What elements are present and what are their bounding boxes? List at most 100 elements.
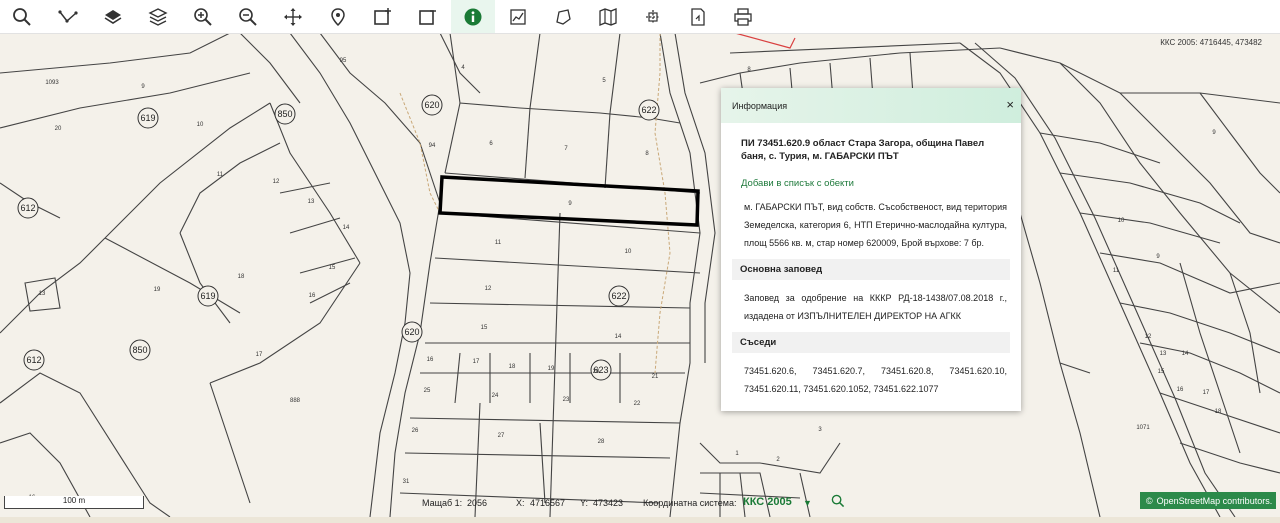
svg-text:22: 22 xyxy=(634,401,641,407)
svg-text:12: 12 xyxy=(485,286,492,292)
y-label: Y: xyxy=(580,498,589,508)
info-icon[interactable] xyxy=(451,0,495,33)
chart-icon[interactable] xyxy=(496,0,540,33)
map-icon[interactable] xyxy=(586,0,630,33)
area-label: 620 xyxy=(401,321,423,343)
attribution: © OpenStreetMap contributors. xyxy=(1140,492,1276,509)
attribution-text[interactable]: OpenStreetMap contributors. xyxy=(1157,496,1273,506)
parcel-title: ПИ 73451.620.9 област Стара Загора, общи… xyxy=(741,138,985,162)
popup-header-title: Информация xyxy=(732,100,788,111)
svg-text:15: 15 xyxy=(481,325,488,331)
svg-text:620: 620 xyxy=(404,327,419,337)
deselect-box-icon[interactable] xyxy=(406,0,450,33)
svg-text:16: 16 xyxy=(427,357,434,363)
svg-text:1071: 1071 xyxy=(1136,425,1150,431)
status-bar: 100 m Мащаб 1: 2056 X: 4716567 Y: 473423… xyxy=(0,490,1280,517)
popup-header: Информация × xyxy=(721,88,1021,123)
svg-text:27: 27 xyxy=(498,433,505,439)
svg-text:18: 18 xyxy=(238,274,245,280)
pan-icon[interactable] xyxy=(271,0,315,33)
svg-text:94: 94 xyxy=(429,143,436,149)
svg-text:619: 619 xyxy=(140,113,155,123)
scale-label: Мащаб 1: xyxy=(422,498,463,508)
x-value: 4716567 xyxy=(530,498,566,508)
parcel-description: м. ГАБАРСКИ ПЪТ, вид собств. Съсобствено… xyxy=(744,202,1007,248)
scale-bar-label: 100 m xyxy=(62,496,86,505)
svg-text:21: 21 xyxy=(652,374,659,380)
zoom-in-icon[interactable] xyxy=(181,0,225,33)
svg-text:31: 31 xyxy=(403,479,410,485)
svg-text:15: 15 xyxy=(329,265,336,271)
svg-text:612: 612 xyxy=(26,355,41,365)
measure-icon[interactable] xyxy=(46,0,90,33)
svg-text:13: 13 xyxy=(39,291,46,297)
area-label: 850 xyxy=(129,339,151,361)
close-icon[interactable]: × xyxy=(1006,97,1014,112)
area-label: 612 xyxy=(23,349,45,371)
top-coordinates: ККС 2005: 4716445, 473482 xyxy=(1160,38,1262,47)
svg-text:620: 620 xyxy=(424,100,439,110)
svg-text:10: 10 xyxy=(197,122,204,128)
order-heading: Основна заповед xyxy=(732,259,1010,280)
scale-bar: 100 m xyxy=(4,496,144,509)
coordinate-system-select[interactable]: ККС 2005 xyxy=(743,496,792,508)
area-label: 619 xyxy=(197,285,219,307)
toolbar xyxy=(0,0,1280,34)
svg-text:23: 23 xyxy=(563,397,570,403)
svg-text:20: 20 xyxy=(55,126,62,132)
svg-text:24: 24 xyxy=(492,393,499,399)
svg-text:16: 16 xyxy=(309,293,316,299)
location-pin-icon[interactable] xyxy=(316,0,360,33)
copyright-icon: © xyxy=(1146,495,1153,506)
bottom-strip xyxy=(0,517,1280,523)
search-icon[interactable] xyxy=(831,494,845,510)
area-label: 622 xyxy=(638,99,660,121)
svg-text:28: 28 xyxy=(598,439,605,445)
svg-text:15: 15 xyxy=(1158,369,1165,375)
neighbors-text: 73451.620.6, 73451.620.7, 73451.620.8, 7… xyxy=(744,366,1007,394)
area-label: 622 xyxy=(608,285,630,307)
svg-text:619: 619 xyxy=(200,291,215,301)
svg-text:612: 612 xyxy=(20,203,35,213)
add-to-list-link[interactable]: Добави в списък с обекти xyxy=(741,178,1005,189)
svg-text:14: 14 xyxy=(343,225,350,231)
polygon-icon[interactable] xyxy=(541,0,585,33)
svg-text:888: 888 xyxy=(290,398,301,404)
scale-value: 2056 xyxy=(467,498,488,508)
svg-text:25: 25 xyxy=(424,388,431,394)
svg-text:11: 11 xyxy=(1113,268,1120,274)
area-label: 612 xyxy=(17,197,39,219)
svg-text:18: 18 xyxy=(1215,409,1222,415)
svg-text:622: 622 xyxy=(641,105,656,115)
svg-text:19: 19 xyxy=(548,366,555,372)
svg-text:622: 622 xyxy=(611,291,626,301)
select-box-icon[interactable] xyxy=(361,0,405,33)
print-icon[interactable] xyxy=(721,0,765,33)
export-icon[interactable] xyxy=(676,0,720,33)
layers-icon[interactable] xyxy=(136,0,180,33)
svg-text:11: 11 xyxy=(217,172,224,178)
chevron-down-icon[interactable]: ▼ xyxy=(803,498,812,508)
svg-text:17: 17 xyxy=(256,352,263,358)
cadastral-map[interactable]: 619 850 612 620 622 622 619 620 850 612 … xyxy=(0,32,1280,518)
area-label: 620 xyxy=(421,94,443,116)
svg-text:12: 12 xyxy=(273,179,280,185)
svg-text:850: 850 xyxy=(277,109,292,119)
y-value: 473423 xyxy=(593,498,624,508)
svg-text:13: 13 xyxy=(308,199,315,205)
crop-icon[interactable] xyxy=(631,0,675,33)
svg-text:14: 14 xyxy=(1182,351,1189,357)
layers-stack-icon[interactable] xyxy=(91,0,135,33)
coordinate-system-label: Координатна система: xyxy=(643,498,737,508)
area-label: 850 xyxy=(274,103,296,125)
zoom-out-icon[interactable] xyxy=(226,0,270,33)
svg-text:20: 20 xyxy=(593,369,600,375)
order-text: Заповед за одобрение на КККР РД-18-1438/… xyxy=(744,293,1007,321)
svg-text:10: 10 xyxy=(1118,218,1125,224)
svg-text:1093: 1093 xyxy=(45,80,59,86)
search-icon[interactable] xyxy=(0,0,44,33)
neighbors-heading: Съседи xyxy=(732,332,1010,353)
svg-text:13: 13 xyxy=(1160,351,1167,357)
svg-text:12: 12 xyxy=(1145,334,1152,340)
svg-text:19: 19 xyxy=(154,287,161,293)
